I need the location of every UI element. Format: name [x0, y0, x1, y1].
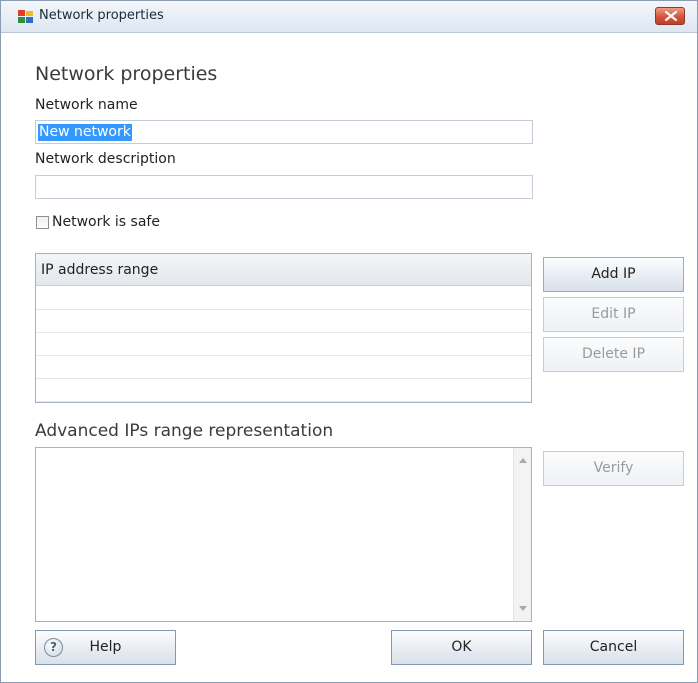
network-safe-checkbox[interactable] — [36, 216, 49, 229]
advanced-ips-label: Advanced IPs range representation — [35, 421, 334, 441]
edit-ip-button[interactable]: Edit IP — [543, 297, 684, 332]
table-row[interactable] — [36, 309, 531, 333]
help-button-label: Help — [89, 639, 122, 655]
title-bar[interactable]: Network properties — [1, 1, 697, 33]
advanced-ips-textarea[interactable] — [35, 447, 532, 622]
help-button[interactable]: ? Help — [35, 630, 176, 665]
table-row[interactable] — [36, 378, 531, 402]
close-icon — [665, 11, 677, 21]
close-button[interactable] — [655, 7, 685, 25]
ok-button[interactable]: OK — [391, 630, 532, 665]
avg-logo-icon — [18, 9, 34, 23]
network-safe-label[interactable]: Network is safe — [52, 214, 160, 230]
network-name-value: New network — [38, 124, 132, 141]
ip-range-header-label: IP address range — [41, 262, 159, 278]
delete-ip-button[interactable]: Delete IP — [543, 337, 684, 372]
table-row[interactable] — [36, 355, 531, 379]
vertical-scrollbar[interactable] — [513, 448, 531, 621]
network-name-label: Network name — [35, 97, 138, 113]
scroll-up-arrow-icon[interactable] — [519, 458, 527, 463]
table-row[interactable] — [36, 332, 531, 356]
help-icon: ? — [44, 638, 63, 657]
table-row[interactable] — [36, 286, 531, 310]
ip-range-list[interactable]: IP address range — [35, 253, 532, 403]
network-description-label: Network description — [35, 151, 176, 167]
dialog-heading: Network properties — [35, 63, 218, 85]
network-properties-dialog: Network properties Network properties Ne… — [0, 0, 698, 683]
cancel-button[interactable]: Cancel — [543, 630, 684, 665]
add-ip-button[interactable]: Add IP — [543, 257, 684, 292]
scroll-down-arrow-icon[interactable] — [519, 606, 527, 611]
network-description-input[interactable] — [35, 175, 533, 199]
ip-range-column-header[interactable]: IP address range — [36, 254, 531, 286]
network-name-input[interactable]: New network — [35, 120, 533, 144]
window-title: Network properties — [39, 8, 164, 23]
verify-button[interactable]: Verify — [543, 451, 684, 486]
